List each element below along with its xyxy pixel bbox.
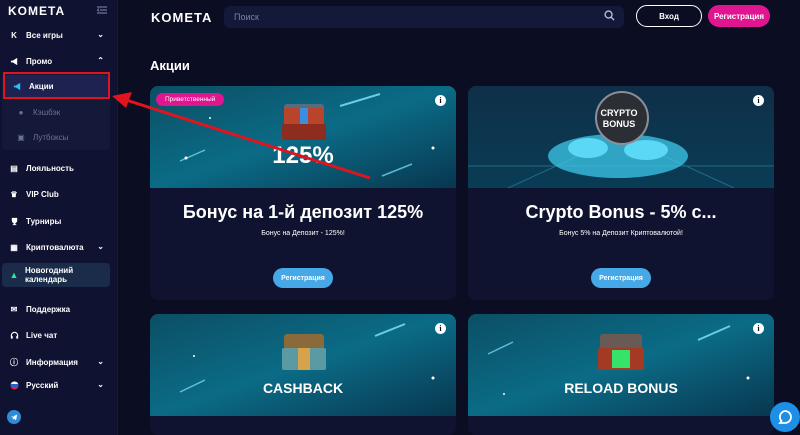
chat-bubble-icon — [778, 410, 792, 424]
live-chat-button[interactable] — [770, 402, 800, 432]
annotation-arrow — [112, 92, 371, 180]
